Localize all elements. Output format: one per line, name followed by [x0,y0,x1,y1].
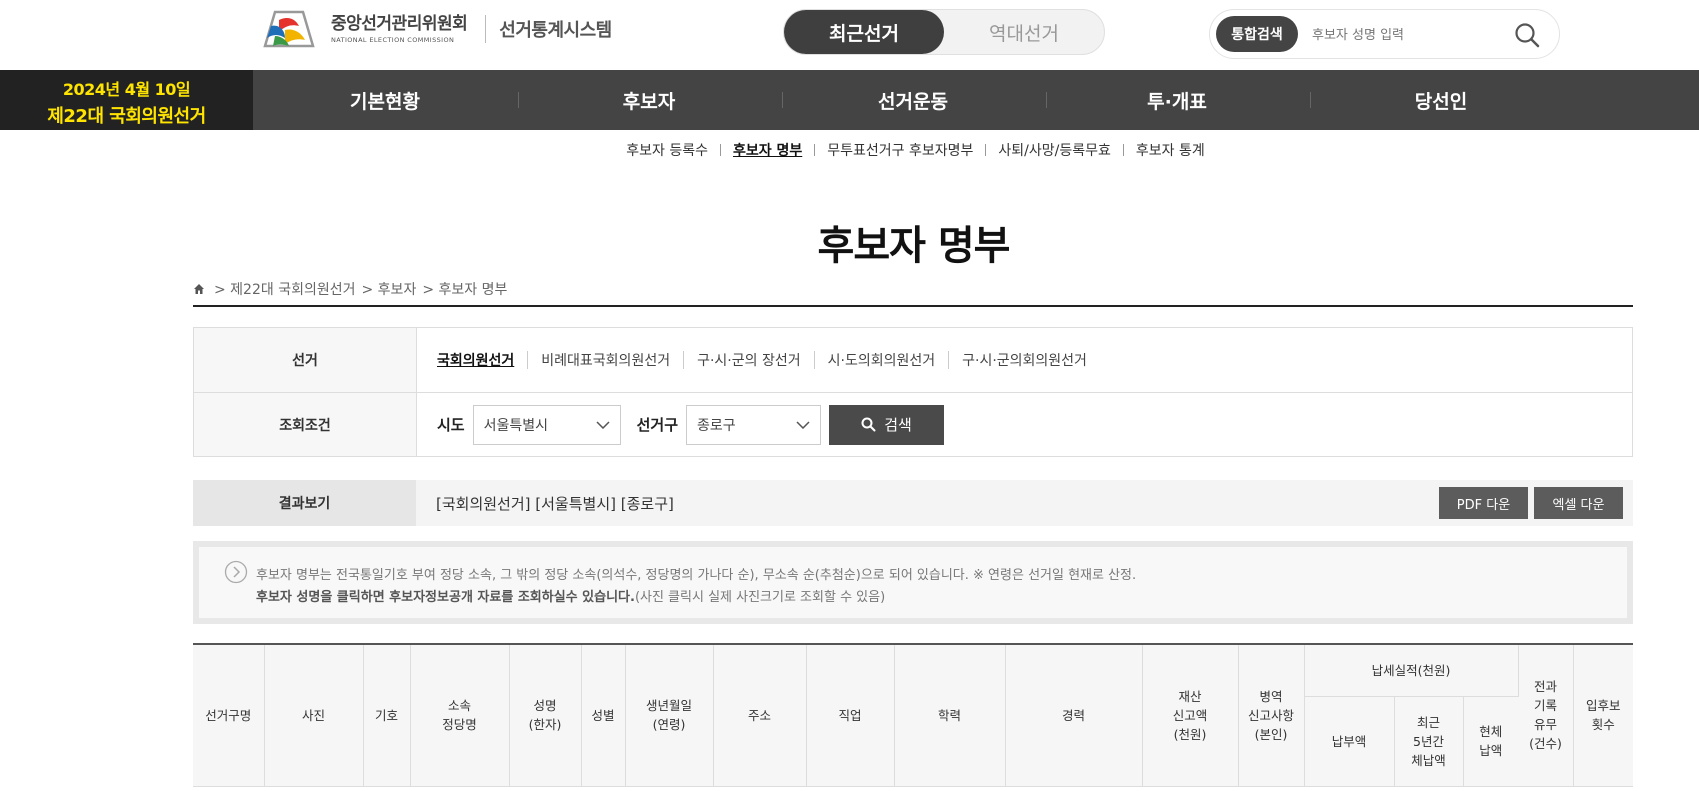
title-divider [193,305,1633,307]
breadcrumb-candidates[interactable]: > 후보자 [362,279,417,299]
election-tab-national-assembly[interactable]: 국회의원선거 [437,350,527,370]
submenu-candidate-list[interactable]: 후보자 명부 [721,140,814,160]
notice-line-1: 후보자 명부는 전국통일기호 부여 정당 소속, 그 밖의 정당 소속(의석수,… [256,568,1137,583]
search-button-label: 검색 [884,416,912,434]
col-party: 소속 정당명 [410,645,510,787]
election-tab-local-council[interactable]: 구·시·군의회의원선거 [949,350,1100,370]
nav-basic-status[interactable]: 기본현황 [253,70,517,130]
submenu-statistics[interactable]: 후보자 통계 [1124,140,1217,160]
breadcrumb: > 제22대 국회의원선거 > 후보자 > 후보자 명부 [193,279,510,299]
page-title: 후보자 명부 [817,223,1011,269]
org-name-ko: 중앙선거관리위원회 [331,14,468,34]
election-tab-proportional[interactable]: 비례대표국회의원선거 [528,350,683,370]
sido-label: 시도 [437,416,465,434]
nec-logo[interactable]: 중앙선거관리위원회 NATIONAL ELECTION COMMISSION 선… [255,6,612,52]
sido-select[interactable]: 서울특별시 [472,404,621,445]
col-tax-arrears-5y: 최근 5년간 체납액 [1394,696,1464,787]
submenu-withdrawn[interactable]: 사퇴/사망/등록무효 [986,140,1122,160]
result-bar: 결과보기 [국회의원선거] [서울특별시] [종로구] PDF 다운 엑셀 다운 [193,480,1633,526]
col-tax-arrears-now: 현체 납액 [1463,696,1519,787]
col-district: 선거구명 [193,645,265,787]
col-tax-group: 납세실적(천원) [1304,645,1519,697]
district-select-value: 종로구 [697,417,736,434]
candidate-name-search-input[interactable] [1312,20,1512,50]
chevron-right-circle-icon [224,560,248,584]
notice-line-2: 후보자 성명을 클릭하면 후보자정보공개 자료를 조회하실수 있습니다.(사진 … [256,586,885,605]
logo-divider [485,15,487,43]
col-career: 경력 [1005,645,1143,787]
main-navigation: 2024년 4월 10일 제22대 국회의원선거 기본현황 후보자 선거운동 투… [0,70,1699,130]
notice-box: 후보자 명부는 전국통일기호 부여 정당 소속, 그 밖의 정당 소속(의석수,… [193,541,1633,624]
nav-candidates[interactable]: 후보자 [517,70,781,130]
col-address: 주소 [713,645,807,787]
election-tab-district-head[interactable]: 구·시·군의 장선거 [684,350,814,370]
col-job: 직업 [806,645,895,787]
nav-campaign[interactable]: 선거운동 [781,70,1045,130]
excel-download-button[interactable]: 엑셀 다운 [1534,487,1623,519]
election-name: 제22대 국회의원선거 [47,106,206,127]
col-runs: 입후보 횟수 [1573,645,1633,787]
col-assets: 재산 신고액 (천원) [1142,645,1239,787]
submenu-registration-count[interactable]: 후보자 등록수 [614,140,720,160]
col-education: 학력 [894,645,1006,787]
col-number: 기호 [363,645,411,787]
col-name: 성명 (한자) [509,645,582,787]
election-badge[interactable]: 2024년 4월 10일 제22대 국회의원선거 [0,70,253,130]
col-tax-paid: 납부액 [1304,696,1395,787]
chevron-down-icon [596,420,610,429]
district-label: 선거구 [636,416,679,434]
election-type-label: 선거 [194,328,417,392]
past-election-toggle[interactable]: 역대선거 [944,10,1104,54]
nec-logo-mark-icon [263,10,315,48]
notice-line-2-bold: 후보자 성명을 클릭하면 후보자정보공개 자료를 조회하실수 있습니다. [256,590,635,605]
pdf-download-button[interactable]: PDF 다운 [1439,487,1528,519]
nav-voting-counting[interactable]: 투·개표 [1045,70,1309,130]
election-date: 2024년 4월 10일 [62,80,191,99]
nav-elected[interactable]: 당선인 [1309,70,1573,130]
election-tab-provincial-council[interactable]: 시·도의회의원선거 [815,350,949,370]
system-name: 선거통계시스템 [499,20,612,41]
condition-label: 조회조건 [194,393,417,456]
district-select[interactable]: 종로구 [686,404,822,445]
submenu-uncontested-list[interactable]: 무투표선거구 후보자명부 [815,140,985,160]
integrated-search-chip[interactable]: 통합검색 [1216,16,1298,52]
org-name-en: NATIONAL ELECTION COMMISSION [331,36,455,44]
search-icon [861,417,876,432]
col-photo: 사진 [264,645,364,787]
candidate-table: 선거구명 사진 기호 소속 정당명 성명 (한자) 성별 생년월일 (연령) 주… [193,643,1633,791]
chevron-down-icon [796,420,810,429]
col-criminal-record: 전과 기록 유무 (건수) [1518,645,1574,787]
home-icon[interactable] [193,283,205,295]
col-military: 병역 신고사항 (본인) [1238,645,1305,787]
notice-line-2-rest: (사진 클릭시 실제 사진크기로 조회할 수 있음) [634,590,886,605]
result-label: 결과보기 [193,480,416,526]
site-header: 중앙선거관리위원회 NATIONAL ELECTION COMMISSION 선… [0,0,1699,70]
breadcrumb-election[interactable]: > 제22대 국회의원선거 [214,279,356,299]
col-birth: 생년월일 (연령) [625,645,714,787]
sido-select-value: 서울특별시 [483,417,549,434]
recent-election-toggle[interactable]: 최근선거 [784,10,944,54]
col-gender: 성별 [581,645,626,787]
search-filter: 선거 국회의원선거 비례대표국회의원선거 구·시·군의 장선거 시·도의회의원선… [193,327,1633,457]
search-button[interactable]: 검색 [829,404,945,445]
integrated-search: 통합검색 [1209,9,1560,59]
search-icon[interactable] [1513,21,1541,49]
sub-navigation: 후보자 등록수 후보자 명부 무투표선거구 후보자명부 사퇴/사망/등록무효 후… [0,140,1699,160]
election-period-toggle: 최근선거 역대선거 [783,9,1105,55]
result-summary: [국회의원선거] [서울특별시] [종로구] [436,494,674,513]
breadcrumb-candidate-list[interactable]: > 후보자 명부 [422,279,507,299]
